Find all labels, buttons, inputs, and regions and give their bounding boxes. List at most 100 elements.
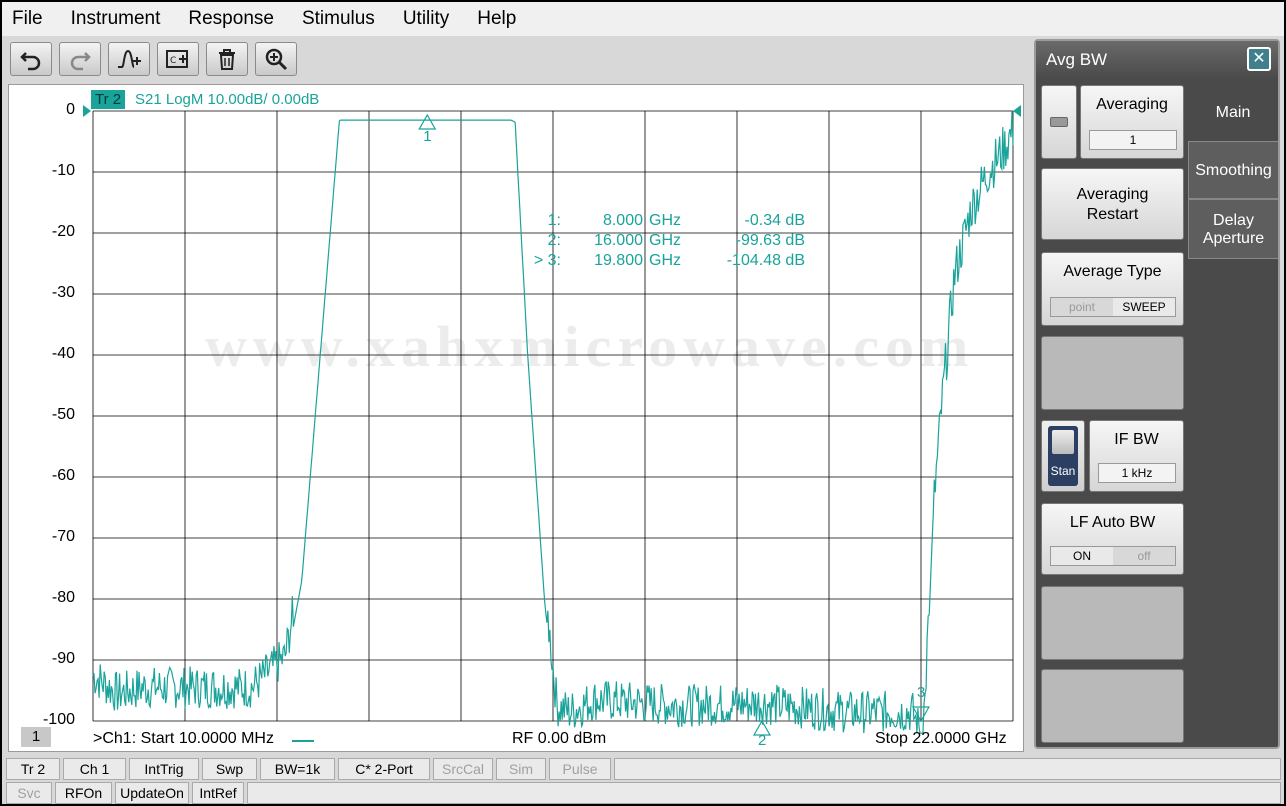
status-tr-2[interactable]: Tr 2 <box>6 758 60 780</box>
status-intref[interactable]: IntRef <box>192 782 244 804</box>
average-type-label: Average Type <box>1063 263 1162 280</box>
lf-auto-bw-off[interactable]: off <box>1113 547 1175 565</box>
marker-1-triangle <box>418 113 437 130</box>
close-panel-button[interactable]: ✕ <box>1247 47 1271 71</box>
close-icon: ✕ <box>1252 50 1266 67</box>
y-tick-label: 0 <box>66 101 75 118</box>
trace-id-label[interactable]: Tr 2 <box>91 90 126 109</box>
channel-number[interactable]: 1 <box>21 727 51 747</box>
redo-button[interactable] <box>59 42 101 76</box>
menu-bar: File Instrument Response Stimulus Utilit… <box>2 2 1284 36</box>
y-tick-label: -50 <box>51 406 75 423</box>
marker-1-value: -0.34 dB <box>744 212 805 229</box>
if-bw-label: IF BW <box>1114 431 1159 448</box>
marker-1-freq: 8.000 <box>602 212 643 229</box>
rf-power[interactable]: RF 0.00 dBm <box>512 730 606 748</box>
status-sim[interactable]: Sim <box>496 758 546 780</box>
status-pulse[interactable]: Pulse <box>549 758 611 780</box>
status-bw-1k[interactable]: BW=1k <box>260 758 335 780</box>
marker-3-unit: GHz <box>649 252 681 269</box>
average-type-selector[interactable]: point SWEEP <box>1050 297 1176 317</box>
toolbar: C <box>2 36 1032 82</box>
y-tick-label: -40 <box>51 345 75 362</box>
average-type-button[interactable]: Average Type point SWEEP <box>1041 252 1184 326</box>
trace-legend-swatch <box>292 740 314 742</box>
marker-1-unit: GHz <box>649 212 681 229</box>
zoom-button[interactable] <box>255 42 297 76</box>
avg-bw-panel: Avg BW ✕ Main Smoothing Delay Aperture A… <box>1034 39 1280 749</box>
plot-grid <box>92 110 1014 722</box>
marker-1-label: 1 <box>423 128 431 145</box>
start-frequency[interactable]: >Ch1: Start 10.0000 MHz <box>93 730 274 748</box>
averaging-toggle[interactable] <box>1041 85 1077 159</box>
trace-description[interactable]: S21 LogM 10.00dB/ 0.00dB <box>135 90 319 109</box>
y-tick-label: -20 <box>51 223 75 240</box>
marker-3-label: 3 <box>917 684 925 701</box>
status-srccal[interactable]: SrcCal <box>433 758 493 780</box>
stop-frequency[interactable]: Stop 22.0000 GHz <box>875 730 1007 748</box>
reference-level-right-arrow <box>1013 105 1021 117</box>
tab-smoothing[interactable]: Smoothing <box>1188 141 1278 199</box>
marker-1-prefix: 1: <box>547 212 561 229</box>
menu-file[interactable]: File <box>8 8 47 30</box>
channel-trace-button[interactable]: C <box>157 42 199 76</box>
status-inttrig[interactable]: IntTrig <box>129 758 199 780</box>
delete-icon <box>219 49 235 70</box>
status-c-2-port[interactable]: C* 2-Port <box>338 758 430 780</box>
averaging-button[interactable]: Averaging 1 <box>1080 85 1184 159</box>
reference-level-left-arrow <box>83 105 91 117</box>
vna-window: File Instrument Response Stimulus Utilit… <box>0 0 1286 806</box>
stan-label: Stan <box>1050 464 1076 478</box>
y-tick-label: -30 <box>51 284 75 301</box>
marker-3-prefix: > 3: <box>533 252 561 269</box>
menu-instrument[interactable]: Instrument <box>67 8 165 30</box>
average-type-sweep[interactable]: SWEEP <box>1113 298 1175 316</box>
if-bw-button[interactable]: IF BW 1 kHz <box>1089 420 1184 492</box>
averaging-count[interactable]: 1 <box>1089 130 1177 150</box>
marker-2-unit: GHz <box>649 232 681 249</box>
y-tick-label: -70 <box>51 528 75 545</box>
panel-title: Avg BW <box>1036 41 1278 79</box>
undo-button[interactable] <box>10 42 52 76</box>
menu-stimulus[interactable]: Stimulus <box>298 8 379 30</box>
marker-2-value: -99.63 dB <box>735 232 805 249</box>
menu-help[interactable]: Help <box>473 8 520 30</box>
if-bw-value[interactable]: 1 kHz <box>1098 463 1176 483</box>
status-ch-1[interactable]: Ch 1 <box>63 758 126 780</box>
delete-button[interactable] <box>206 42 248 76</box>
averaging-label: Averaging <box>1096 96 1168 113</box>
lf-auto-bw-label: LF Auto BW <box>1069 514 1156 531</box>
averaging-restart-button[interactable]: Averaging Restart <box>1041 168 1184 240</box>
lf-auto-bw-on[interactable]: ON <box>1051 547 1113 565</box>
status-bar-filler <box>247 782 1281 804</box>
lf-auto-bw-button[interactable]: LF Auto BW ON off <box>1041 503 1184 575</box>
status-svc[interactable]: Svc <box>6 782 52 804</box>
y-tick-label: -90 <box>51 650 75 667</box>
y-tick-label: -10 <box>51 162 75 179</box>
marker-2-label: 2 <box>758 732 766 749</box>
marker-2-prefix: 2: <box>547 232 561 249</box>
empty-softkey-2 <box>1041 586 1184 660</box>
marker-3-value: -104.48 dB <box>726 252 805 269</box>
menu-response[interactable]: Response <box>184 8 278 30</box>
status-updateon[interactable]: UpdateOn <box>115 782 189 804</box>
zoom-icon <box>265 48 288 71</box>
tab-main[interactable]: Main <box>1188 85 1278 141</box>
s21-plot[interactable]: 1 2 3 <box>9 85 1025 753</box>
lf-auto-bw-selector[interactable]: ON off <box>1050 546 1176 566</box>
status-swp[interactable]: Swp <box>202 758 257 780</box>
tab-delay-aperture[interactable]: Delay Aperture <box>1188 199 1278 259</box>
status-bar-filler <box>614 758 1281 780</box>
add-marker-icon <box>118 49 141 68</box>
stan-toggle[interactable]: Stan <box>1041 420 1085 492</box>
status-bar-row-1: Tr 2 Ch 1 IntTrig Swp BW=1k C* 2-Port SrcCal Si… <box>6 758 1284 780</box>
undo-icon <box>20 52 41 71</box>
status-rfon[interactable]: RFOn <box>55 782 112 804</box>
measurement-display[interactable]: www.xahxmicrowave.com 123 0 -10 -20 -30 -40-… <box>8 84 1024 752</box>
menu-utility[interactable]: Utility <box>399 8 453 30</box>
add-marker-button[interactable] <box>108 42 150 76</box>
status-bar-row-2: Svc RFOn UpdateOn IntRef <box>6 782 1284 804</box>
stan-switch-knob <box>1052 430 1074 454</box>
y-tick-label: -60 <box>51 467 75 484</box>
average-type-point[interactable]: point <box>1051 298 1113 316</box>
